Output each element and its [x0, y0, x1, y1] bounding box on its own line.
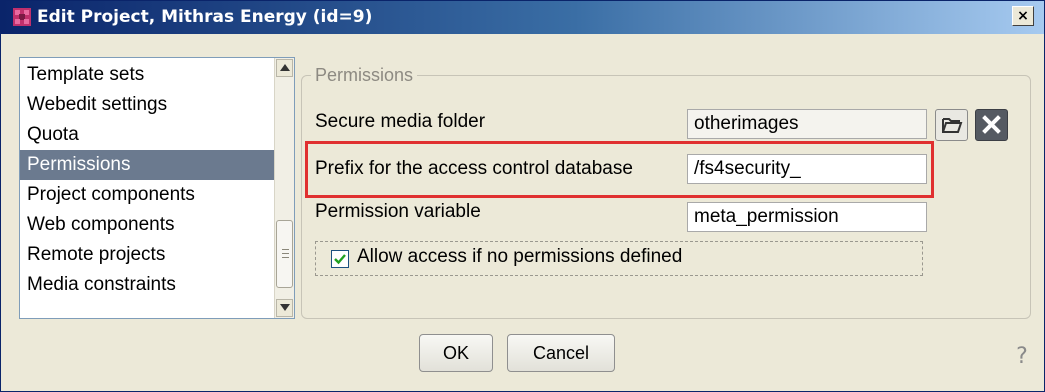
scroll-up-button[interactable] [276, 59, 293, 77]
permission-variable-label: Permission variable [315, 201, 481, 222]
scroll-thumb[interactable] [276, 220, 293, 288]
nav-item-media-constraints[interactable]: Media constraints [20, 270, 276, 300]
allow-access-checkbox[interactable] [331, 250, 349, 268]
section-list[interactable]: Template sets Webedit settings Quota Per… [19, 57, 295, 319]
arrow-up-icon [279, 64, 290, 71]
checkmark-icon [334, 254, 346, 265]
nav-item-project-components[interactable]: Project components [20, 180, 276, 210]
secure-media-folder-field[interactable]: otherimages [687, 109, 927, 139]
window-title: Edit Project, Mithras Energy (id=9) [37, 7, 373, 27]
cancel-button[interactable]: Cancel [507, 334, 615, 372]
secure-media-folder-label: Secure media folder [315, 111, 486, 132]
permissions-group-title: Permissions [311, 64, 418, 86]
nav-item-webedit-settings[interactable]: Webedit settings [20, 90, 276, 120]
ok-button[interactable]: OK [419, 334, 493, 372]
close-icon: × [1017, 8, 1029, 24]
clear-folder-button[interactable] [975, 109, 1008, 141]
nav-item-web-components[interactable]: Web components [20, 210, 276, 240]
app-icon [13, 8, 31, 26]
edit-project-dialog: Edit Project, Mithras Energy (id=9) × Te… [0, 0, 1045, 392]
nav-item-template-sets[interactable]: Template sets [20, 60, 276, 90]
close-icon [982, 115, 1001, 134]
title-bar[interactable]: Edit Project, Mithras Energy (id=9) × [1, 1, 1044, 34]
close-button[interactable]: × [1012, 6, 1034, 26]
list-scrollbar[interactable] [274, 58, 294, 318]
nav-item-quota[interactable]: Quota [20, 120, 276, 150]
folder-open-icon [942, 118, 963, 133]
arrow-down-icon [279, 304, 290, 311]
browse-folder-button[interactable] [935, 109, 968, 141]
nav-item-permissions[interactable]: Permissions [20, 150, 276, 180]
scroll-down-button[interactable] [276, 299, 293, 317]
allow-access-label[interactable]: Allow access if no permissions defined [357, 246, 682, 268]
nav-item-remote-projects[interactable]: Remote projects [20, 240, 276, 270]
permission-variable-field[interactable]: meta_permission [687, 202, 927, 232]
highlight-box [305, 141, 934, 198]
help-icon[interactable]: ? [1011, 343, 1033, 371]
